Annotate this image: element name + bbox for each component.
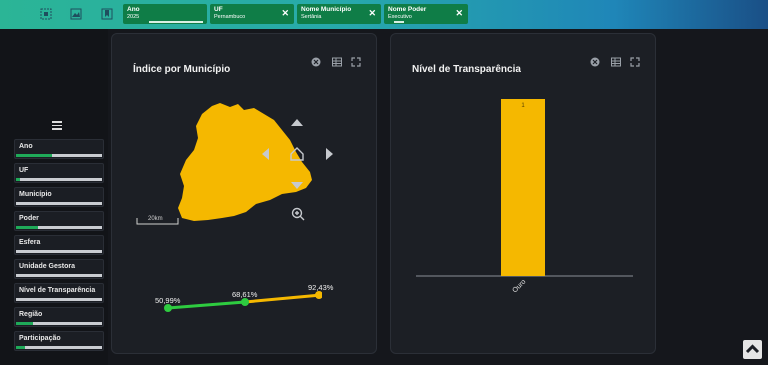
sidebar-filter-label: Região [19,311,43,318]
sidebar-filter-track [16,178,102,181]
chevron-up-icon [745,344,760,354]
sidebar-filter-label: Poder [19,215,39,222]
sidebar-filter-fill [16,154,53,157]
pan-left-icon[interactable] [262,148,269,160]
filter-chip-municipio[interactable]: Nome Município Sertânia ✕ [297,4,381,24]
sidebar-filter-label: Nível de Transparência [19,287,96,294]
chip-value: 2025 [127,14,140,20]
chip-progress [149,21,203,23]
sidebar-filter[interactable]: Participação [14,331,104,351]
close-icon[interactable]: ✕ [368,9,376,18]
sidebar-filter-track [16,202,102,205]
sidebar-filter[interactable]: Município [14,187,104,207]
filter-chip-poder[interactable]: Nome Poder Executivo ✕ [384,4,468,24]
sidebar-filter[interactable]: Unidade Gestora [14,259,104,279]
sidebar-filter-track [16,322,102,325]
clear-selection-icon[interactable] [590,57,600,67]
sidebar-filter[interactable]: Poder [14,211,104,231]
chart-card-title: Nível de Transparência [412,64,521,75]
scale-point-mid [241,298,249,306]
chip-title: Ano [127,6,140,13]
sidebar-filter-track [16,250,102,253]
pan-down-icon[interactable] [291,182,303,189]
sidebar-filter[interactable]: Nível de Transparência [14,283,104,303]
pan-up-icon[interactable] [291,119,303,126]
sidebar-filter[interactable]: Esfera [14,235,104,255]
sidebar-filter[interactable]: Ano [14,139,104,159]
sidebar-filter-label: Participação [19,335,61,342]
sidebar-filter-track [16,154,102,157]
sidebar-filter-label: Esfera [19,239,41,246]
map-card-title: Índice por Município [133,64,231,75]
filter-chip-ano[interactable]: Ano 2025 [123,4,207,24]
sidebar-filter-track [16,226,102,229]
bar-ouro[interactable] [501,99,545,276]
scale-label-mid: 68,61% [232,290,258,299]
x-tick-label: Ouro [511,278,527,294]
zoom-in-icon[interactable] [291,207,305,221]
chart-card: Nível de Transparência 1 Ouro [390,33,656,354]
filter-bar: Ano 2025 UF Pernambuco ✕ Nome Município … [0,0,768,29]
clear-selection-icon[interactable] [311,57,321,67]
table-view-icon[interactable] [332,57,342,67]
sidebar-filter-label: Município [19,191,52,198]
map-navigation [262,119,333,221]
fullscreen-icon[interactable] [351,57,361,67]
sidebar-filter-track [16,274,102,277]
sidebar-filter-label: UF [19,167,29,174]
sidebar-filter[interactable]: Região [14,307,104,327]
bar-chart: 1Ouro [416,99,633,294]
sidebar-filter[interactable]: UF [14,163,104,183]
home-icon[interactable] [290,147,304,161]
chip-value: Pernambuco [214,14,246,20]
map-scale-label: 20km [148,216,163,222]
sidebar-filter-label: Ano [19,143,33,150]
image-icon[interactable] [70,8,82,20]
sidebar-filter-fill [16,226,38,229]
chip-title: Nome Poder [388,6,427,13]
sidebar-filter-fill [16,322,34,325]
chip-value: Sertânia [301,14,322,20]
select-icon[interactable] [40,8,52,20]
sidebar-filter-track [16,346,102,349]
sidebar-filter-fill [16,178,21,181]
scale-point-max [315,291,322,299]
bookmark-icon[interactable] [101,8,113,20]
map-card: Índice por Município 20km 50,99% 68,61% … [111,33,377,354]
chip-progress [394,21,404,23]
chip-title: Nome Município [301,6,352,13]
scale-point-min [164,304,172,312]
chip-value: Executivo [388,14,412,20]
scale-label-max: 92,43% [308,283,334,292]
fullscreen-icon[interactable] [630,57,640,67]
scale-label-min: 50,99% [155,296,181,305]
chip-title: UF [214,6,223,13]
hamburger-menu-icon[interactable] [52,121,62,130]
sidebar-filter-label: Unidade Gestora [19,263,76,270]
pan-right-icon[interactable] [326,148,333,160]
close-icon[interactable]: ✕ [455,9,463,18]
filter-chip-uf[interactable]: UF Pernambuco ✕ [210,4,294,24]
close-icon[interactable]: ✕ [281,9,289,18]
table-view-icon[interactable] [611,57,621,67]
sidebar-filter-fill [16,346,25,349]
sidebar-filter-track [16,298,102,301]
scroll-to-top-button[interactable] [743,340,762,359]
